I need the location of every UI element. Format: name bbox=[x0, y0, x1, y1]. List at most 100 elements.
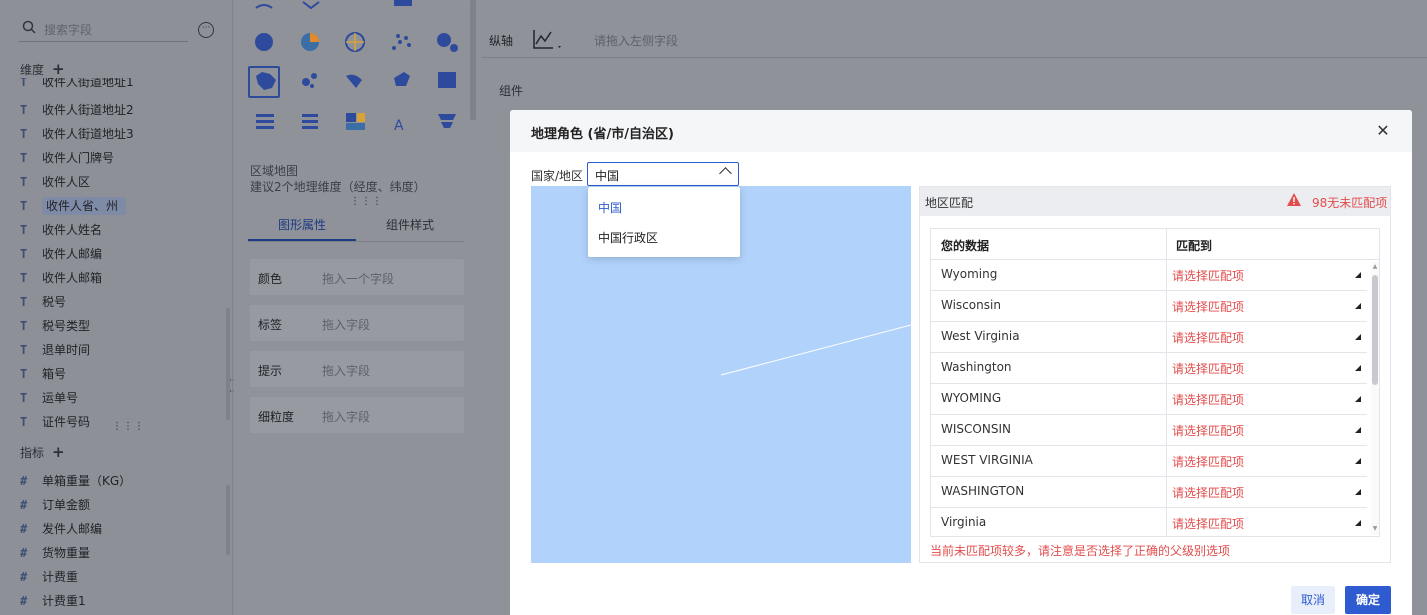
field-label: 收件人省、州 bbox=[42, 197, 127, 215]
dropdown-caret-icon[interactable] bbox=[1355, 458, 1361, 464]
field-item[interactable]: # 单箱重量（KG） bbox=[20, 470, 210, 492]
funnel-chart-icon bbox=[438, 114, 456, 128]
field-item[interactable]: T 收件人邮编 bbox=[20, 243, 210, 265]
tooltip-drop-zone[interactable]: 提示 拖入字段 bbox=[250, 351, 464, 387]
number-type-icon: # bbox=[20, 546, 28, 560]
confirm-button[interactable]: 确定 bbox=[1345, 586, 1391, 614]
pie-chart-icon bbox=[255, 33, 273, 51]
table-scrollbar-thumb[interactable] bbox=[1372, 275, 1378, 385]
row-data-value: WASHINGTON bbox=[941, 484, 1025, 498]
close-icon[interactable]: ✕ bbox=[1376, 123, 1390, 139]
field-item[interactable]: # 货物重量 bbox=[20, 542, 210, 564]
dropdown-option-china[interactable]: 中国 bbox=[598, 199, 622, 216]
text-type-icon: T bbox=[20, 271, 28, 285]
dropdown-caret-icon[interactable] bbox=[1355, 396, 1361, 402]
text-type-icon: T bbox=[20, 295, 28, 309]
resize-handle-icon[interactable]: ⋮⋮⋮ bbox=[112, 421, 145, 432]
row-data-value: WYOMING bbox=[941, 391, 1002, 405]
table-row: WYOMING 请选择匹配项 bbox=[931, 384, 1367, 415]
match-select[interactable]: 请选择匹配项 bbox=[1172, 267, 1244, 284]
match-select[interactable]: 请选择匹配项 bbox=[1172, 453, 1244, 470]
drag-handle-icon[interactable]: ⋮⋮⋮ bbox=[350, 196, 383, 207]
tab-graph-properties[interactable]: 图形属性 bbox=[278, 216, 326, 233]
field-item[interactable]: T 收件人区 bbox=[20, 171, 210, 193]
match-select[interactable]: 请选择匹配项 bbox=[1172, 422, 1244, 439]
dropdown-caret-icon[interactable] bbox=[1355, 489, 1361, 495]
prop-placeholder: 拖入字段 bbox=[322, 318, 371, 332]
dropdown-caret-icon[interactable] bbox=[1355, 427, 1361, 433]
field-label: 运单号 bbox=[42, 391, 79, 405]
field-label: 收件人街道地址1 bbox=[42, 78, 134, 89]
country-select[interactable]: 中国 bbox=[587, 162, 739, 186]
label-drop-zone[interactable]: 标签 拖入字段 bbox=[250, 305, 464, 341]
match-select[interactable]: 请选择匹配项 bbox=[1172, 298, 1244, 315]
map-type-title: 区域地图 bbox=[250, 164, 299, 178]
dropdown-caret-icon[interactable] bbox=[1355, 272, 1361, 278]
field-item[interactable]: T 箱号 bbox=[20, 363, 210, 385]
match-select[interactable]: 请选择匹配项 bbox=[1172, 329, 1244, 346]
chart-axis-icon[interactable] bbox=[531, 28, 565, 52]
match-select[interactable]: 请选择匹配项 bbox=[1172, 484, 1244, 501]
match-select[interactable]: 请选择匹配项 bbox=[1172, 515, 1244, 532]
prop-placeholder: 拖入字段 bbox=[322, 364, 371, 378]
field-item[interactable]: T 收件人街道地址1 bbox=[20, 78, 210, 92]
text-type-icon: T bbox=[20, 223, 28, 237]
field-item[interactable]: T 收件人街道地址2 bbox=[20, 99, 210, 121]
field-item[interactable]: T 收件人姓名 bbox=[20, 219, 210, 241]
bar-chart-icon bbox=[394, 0, 412, 6]
row-data-value: Wyoming bbox=[941, 267, 998, 281]
search-input[interactable]: 搜索字段 bbox=[18, 16, 188, 42]
y-axis-drop-zone[interactable]: 请拖入左侧字段 bbox=[594, 32, 678, 49]
match-select[interactable]: 请选择匹配项 bbox=[1172, 391, 1244, 408]
heat-map-icon bbox=[394, 72, 410, 86]
cancel-button[interactable]: 取消 bbox=[1291, 586, 1335, 614]
dropdown-caret-icon[interactable] bbox=[1355, 520, 1361, 526]
field-item[interactable]: T 收件人街道地址3 bbox=[20, 123, 210, 145]
add-dimension-icon[interactable]: + bbox=[52, 60, 65, 78]
prop-key: 颜色 bbox=[258, 272, 283, 286]
color-drop-zone[interactable]: 颜色 拖入一个字段 bbox=[250, 259, 464, 295]
field-label: 单箱重量（KG） bbox=[42, 474, 132, 488]
field-item[interactable]: # 发件人邮编 bbox=[20, 518, 210, 540]
add-measure-icon[interactable]: + bbox=[52, 443, 65, 461]
chart-scrollbar[interactable] bbox=[470, 0, 476, 120]
dropdown-caret-icon[interactable] bbox=[1355, 303, 1361, 309]
table-row: Washington 请选择匹配项 bbox=[931, 353, 1367, 384]
row-data-value: Washington bbox=[941, 360, 1012, 374]
more-options-icon[interactable]: ··· bbox=[198, 22, 214, 38]
field-item[interactable]: T 运单号 bbox=[20, 387, 210, 409]
measures-title: 指标 bbox=[20, 446, 45, 460]
col-header-data: 您的数据 bbox=[941, 239, 990, 253]
field-item[interactable]: T 退单时间 bbox=[20, 339, 210, 361]
search-icon bbox=[22, 20, 36, 34]
granularity-drop-zone[interactable]: 细粒度 拖入字段 bbox=[250, 397, 464, 433]
text-type-icon: T bbox=[20, 343, 28, 357]
field-item[interactable]: T 税号类型 bbox=[20, 315, 210, 337]
line-chart-icon bbox=[255, 4, 273, 9]
prop-placeholder: 拖入字段 bbox=[322, 410, 371, 424]
measure-scrollbar[interactable] bbox=[226, 485, 230, 555]
selected-chart-type[interactable] bbox=[248, 66, 280, 98]
cross-table-icon bbox=[302, 114, 318, 129]
field-item[interactable]: T 收件人邮箱 bbox=[20, 267, 210, 289]
field-item[interactable]: T 收件人门牌号 bbox=[20, 147, 210, 169]
scroll-down-icon[interactable]: ▼ bbox=[1372, 525, 1378, 532]
field-item[interactable]: # 计费重1 bbox=[20, 590, 210, 612]
dimension-scrollbar[interactable] bbox=[226, 308, 230, 420]
dropdown-caret-icon[interactable] bbox=[1355, 365, 1361, 371]
field-item[interactable]: # 订单金额 bbox=[20, 494, 210, 516]
match-select[interactable]: 请选择匹配项 bbox=[1172, 360, 1244, 377]
text-type-icon: T bbox=[20, 367, 28, 381]
field-item[interactable]: # 计费重 bbox=[20, 566, 210, 588]
col-header-match: 匹配到 bbox=[1176, 239, 1213, 253]
field-label: 税号 bbox=[42, 295, 67, 309]
table-header: 您的数据 匹配到 bbox=[931, 229, 1379, 260]
warning-icon bbox=[1287, 193, 1301, 206]
dropdown-option-china-admin[interactable]: 中国行政区 bbox=[598, 229, 658, 246]
tab-component-style[interactable]: 组件样式 bbox=[386, 216, 434, 233]
field-item-selected[interactable]: T 收件人省、州 bbox=[20, 195, 210, 217]
field-item[interactable]: T 税号 bbox=[20, 291, 210, 313]
dropdown-caret-icon[interactable] bbox=[1355, 334, 1361, 340]
field-label: 收件人门牌号 bbox=[42, 151, 115, 165]
scroll-up-icon[interactable]: ▲ bbox=[1372, 263, 1378, 270]
